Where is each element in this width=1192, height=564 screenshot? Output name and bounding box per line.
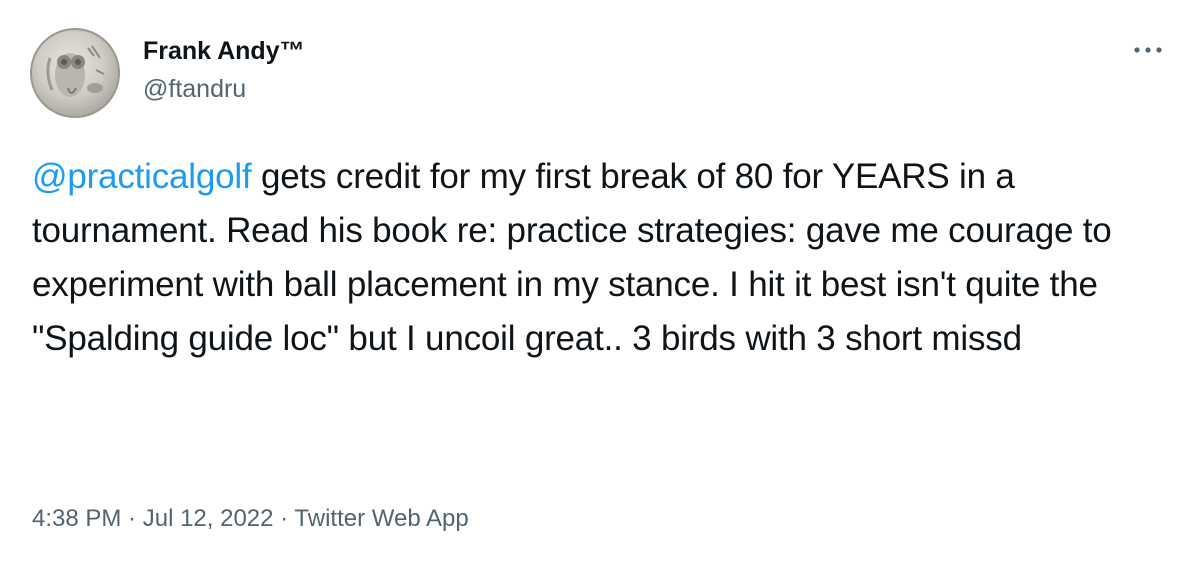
meta-separator: ·: [273, 505, 295, 532]
tweet-time[interactable]: 4:38 PM: [32, 505, 121, 532]
author-handle[interactable]: @ftandru: [143, 74, 246, 104]
owl-coin-avatar-icon[interactable]: [30, 28, 120, 118]
more-options-icon[interactable]: [1130, 40, 1166, 60]
meta-separator: ·: [121, 505, 143, 532]
tweet-card: Frank Andy™ @ftandru @practicalgolf gets…: [0, 0, 1192, 564]
tweet-source[interactable]: Twitter Web App: [294, 505, 468, 532]
mention-link[interactable]: @practicalgolf: [32, 157, 252, 196]
tweet-date[interactable]: Jul 12, 2022: [143, 505, 274, 532]
tweet-metadata: 4:38 PM · Jul 12, 2022 · Twitter Web App: [32, 504, 469, 534]
author-name[interactable]: Frank Andy™: [143, 36, 305, 66]
tweet-text: @practicalgolf gets credit for my first …: [32, 150, 1152, 366]
